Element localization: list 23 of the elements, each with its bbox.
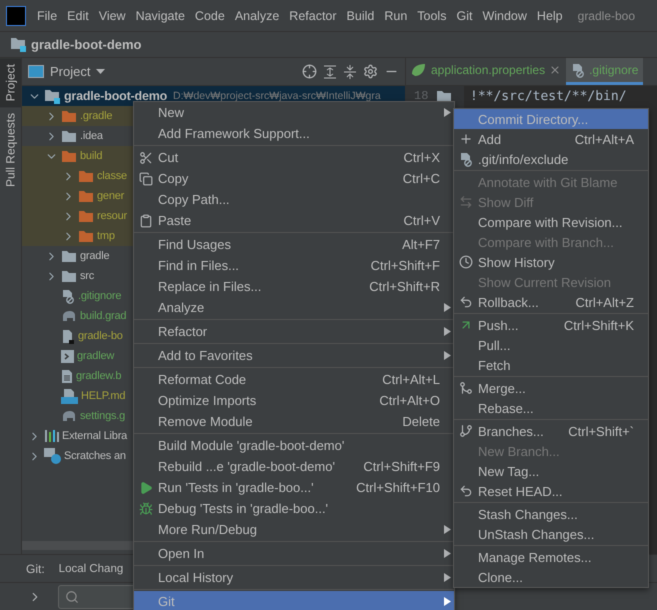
window-title: gradle-boo [578,8,636,22]
tree-item-label: gradle-boot-demo [64,89,168,103]
module-path: D:₩dev₩project-src₩java-src₩IntelliJ₩gra [173,90,381,102]
tree-item-label: resour [97,210,127,222]
tree-item-label: External Libra [62,430,128,442]
tree-item-label: gradle [80,250,110,262]
tree-item-label: build.grad [80,310,126,322]
tree-item-label: .gitignore [78,290,122,302]
tree-item-label: settings.g [80,410,126,422]
tree-item-label: classe [97,170,127,182]
tool-window-title: Git: [26,562,45,576]
tree-item-label: build [80,150,102,162]
tree-item-label: tmp [97,230,115,242]
tree-item-label: .gradle [80,110,112,122]
tree-item-label: gradlew [77,350,114,362]
tree-item-label: src [80,270,94,282]
tree-item-label: gradlew.b [76,370,122,382]
code-line: !**/src/test/**/bin/ [469,88,627,104]
tree-item-label: .idea [80,130,103,142]
tree-item-label: gener [97,190,124,202]
tree-item-label: gradle-bo [78,330,123,342]
tree-item-label: Scratches an [64,450,126,462]
tree-item-label: HELP.md [81,390,126,402]
